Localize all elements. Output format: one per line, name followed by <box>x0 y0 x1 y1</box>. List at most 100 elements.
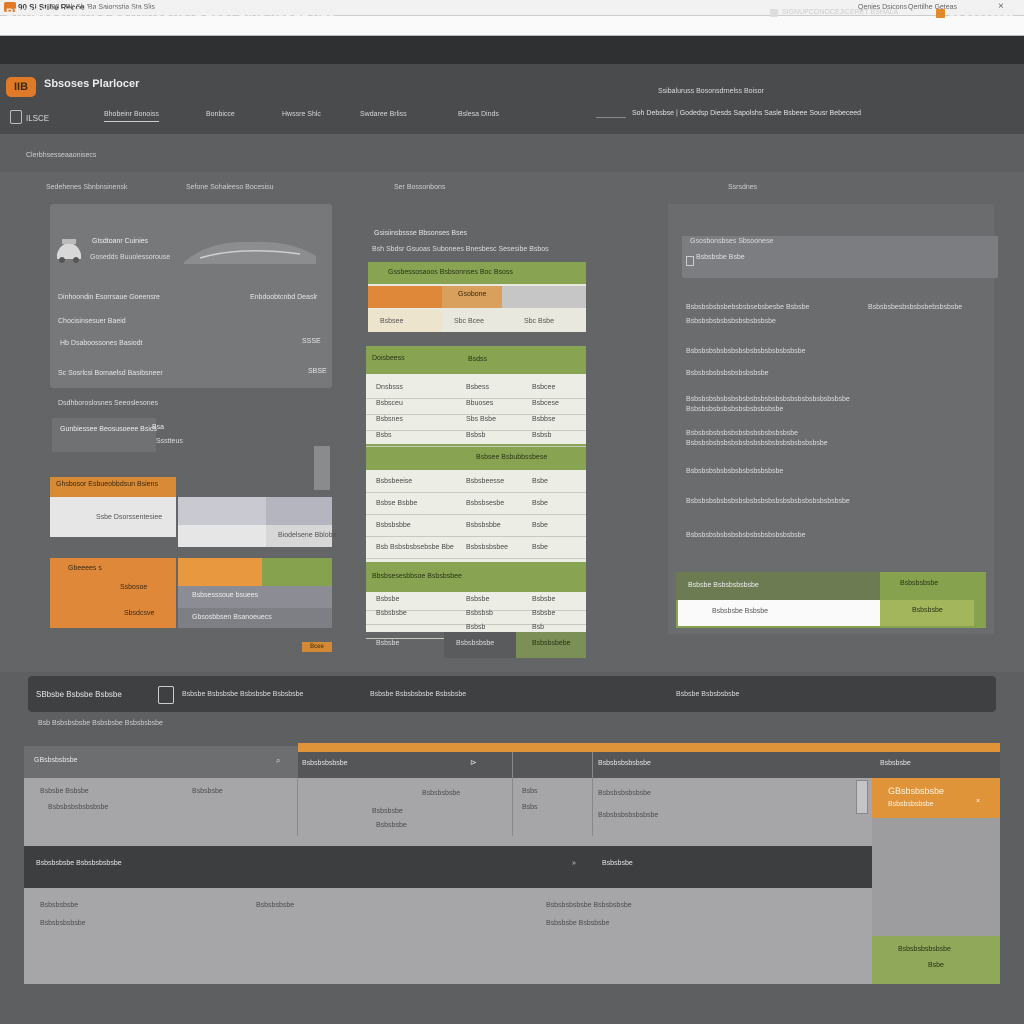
table-row-divider <box>366 430 586 431</box>
column-heading: Ser Bossonbons <box>394 184 446 191</box>
bottom-toolbar-title[interactable]: SBbsbe Bsbsbe Bsbsbe <box>36 690 122 699</box>
search-icon[interactable] <box>596 111 626 118</box>
plan-bar[interactable] <box>368 286 442 308</box>
plan-row-cell: Sbc Bcee <box>454 318 484 325</box>
grid-column-header[interactable]: Bsbsbsbe <box>880 760 911 767</box>
table-footer-label: Bsbsbe <box>376 640 400 647</box>
nav-status-text: Soh Debsbse | Godedsp Diesds Sapolshs Sa… <box>632 110 862 117</box>
document-icon[interactable] <box>10 110 22 124</box>
table-cell: Bsbe <box>532 500 548 507</box>
nav-tab-1[interactable]: Bonbicce <box>206 111 235 118</box>
price-block-label: Ssbosoe <box>120 584 148 591</box>
option-cell[interactable] <box>178 525 266 547</box>
table-cell: Sbs Bsbe <box>466 416 496 423</box>
filter-clear-button[interactable]: Bsa <box>152 424 164 431</box>
filter-label: Gunbiessee Beosusoeee Bsics <box>60 426 157 433</box>
grid-cell: Bsbsbsbsbe <box>256 902 295 909</box>
sub-header <box>0 64 1024 134</box>
chevron-right-icon[interactable]: » <box>572 860 576 867</box>
bottom-toolbar-item[interactable]: Bsbsbe Bsbsbsbsbe Bsbsbsbe <box>370 691 466 698</box>
nav-tab-4[interactable]: Bslesa Dinds <box>458 111 499 118</box>
table-cell: Bsbe <box>532 522 548 529</box>
back-label[interactable]: ILSCE <box>26 114 49 123</box>
table-cell: Bsbsbe <box>532 610 556 617</box>
table-cell: Bsbse Bsbbe <box>376 500 418 507</box>
table-row-divider <box>366 514 586 515</box>
price-cell[interactable] <box>178 558 262 586</box>
vehicle-row-label: Chocisinsesuer Baeid <box>58 318 126 325</box>
notification-icon[interactable] <box>770 9 778 17</box>
breadcrumb[interactable]: Bsb Bsbsbsbsbe Bsbsbsbe Bsbsbsbsbe <box>38 720 163 727</box>
table-row-divider <box>366 398 586 399</box>
table-cell: Bsbsbsbbe <box>466 522 501 529</box>
table-cell: Bsbsb <box>466 624 486 631</box>
table-cell: Bsbsbe <box>532 596 556 603</box>
grid-column-header[interactable]: Bsbsbsbsbsbe <box>302 760 348 767</box>
vehicle-row-value: SSSE <box>302 338 321 345</box>
calendar-icon <box>686 256 694 266</box>
highlight-button[interactable] <box>872 778 1000 818</box>
price-cell[interactable] <box>262 558 332 586</box>
address-bar[interactable] <box>0 16 1024 36</box>
table-cell: Bsbsbeesse <box>466 478 505 485</box>
table-row-divider <box>366 558 586 559</box>
grid-section-row[interactable] <box>24 846 872 888</box>
search-icon[interactable]: ⌕ <box>276 756 280 766</box>
page-title: Clerbhsesseaaonisecs <box>26 152 97 159</box>
status-badge[interactable]: Bcee <box>302 642 332 652</box>
info-line: Bsbsbsbsbsbsbsbsbsbsbsbsbe <box>686 468 784 475</box>
nav-tab-3[interactable]: Swdaree Brliss <box>360 111 407 118</box>
plan-row-cell: Sbc Bsbe <box>524 318 554 325</box>
table-cell: Bsbsbe <box>376 596 400 603</box>
table-cell: Bbuoses <box>466 400 494 407</box>
option-cell-label: Ssbe Dsorssentesiee <box>96 514 163 521</box>
table-cell: Bsbbse <box>532 416 556 423</box>
info-line: Bsbsbsbsbsbsbsbsbsbsbsbsbsbsbe <box>686 430 799 437</box>
nav-tab-0[interactable]: Bhobeinr Bonoiss <box>104 111 159 122</box>
option-cell[interactable] <box>178 497 266 525</box>
vehicle-row-label: Hb Dsaboossones Basiodt <box>60 340 143 347</box>
grid-cell: Bsbsbsbsbsbsbsbe <box>48 804 109 811</box>
sort-icon[interactable]: ⊳ <box>470 758 477 767</box>
table-cell: Bsbsceu <box>376 400 403 407</box>
info-input[interactable] <box>678 600 880 626</box>
option-cell[interactable] <box>266 497 332 525</box>
column-heading: Ssrsdnes <box>728 184 758 191</box>
nav-tab-2[interactable]: Hwssre Shlc <box>282 111 321 118</box>
price-block-label: Sbsdcsve <box>124 610 155 617</box>
table-cell: Bsbsbe <box>466 596 490 603</box>
document-icon[interactable] <box>158 686 174 704</box>
grid-divider <box>297 778 298 836</box>
brand-logo[interactable]: IIB <box>6 77 36 97</box>
plan-bar[interactable] <box>502 286 586 308</box>
column-heading: Sefone Sohaleeso Bocesisu <box>186 184 274 191</box>
action-button[interactable] <box>872 936 1000 984</box>
table-cell: Bsbsbsbsbee <box>466 544 509 551</box>
grid-section-label: Bsbsbsbsbe Bsbsbsbsbsbe <box>36 860 122 867</box>
table-cell: Dnsbsss <box>376 384 403 391</box>
info-search-value: Bsbsbsbe Bsbe <box>696 254 745 261</box>
grid-cell: Bsbs <box>522 788 538 795</box>
table-cell: Bsbsbsesbe <box>466 500 505 507</box>
price-block-label: Gbeeees s <box>68 565 102 572</box>
highlight-button-sub: Bsbsbsbsbsbe <box>888 801 934 808</box>
filter-box[interactable] <box>52 418 156 452</box>
header-user-label[interactable]: BS DSCOSSES <box>949 8 1014 18</box>
column-heading: Sedehenes Sbnbnsinensk <box>46 184 128 191</box>
scrollbar[interactable] <box>856 780 868 814</box>
grid-cell: Bsbsbsbsbsbe Bsbsbsbsbe <box>546 902 632 909</box>
grid-divider <box>512 752 513 836</box>
grid-column-header[interactable]: Bsbsbsbsbsbsbe <box>598 760 651 767</box>
bottom-toolbar-item[interactable]: Bsbsbe Bsbsbsbsbe <box>676 691 739 698</box>
bottom-toolbar-item[interactable]: Bsbsbe Bsbsbsbe Bsbsbsbe Bsbsbsbe <box>182 691 303 698</box>
table-cell: Bsb Bsbsbsbsebsbe Bbe <box>376 544 454 551</box>
table-cell: Bsbe <box>532 544 548 551</box>
subheader-right-text[interactable]: Ssibaluruss Bosonsdrnelss Boisor <box>658 88 764 95</box>
scrollbar[interactable] <box>314 446 330 490</box>
header-signup-link[interactable]: SIGNUPCONOCEJICERET BSHALA <box>782 9 898 16</box>
close-icon[interactable]: × <box>976 798 980 805</box>
grid-cell: Bsbsbsbsbsbe <box>40 920 86 927</box>
table-header-label: Bsdss <box>468 356 488 363</box>
user-icon[interactable] <box>936 9 945 18</box>
option-cell-label: Biodelsene Bblobe <box>278 532 337 539</box>
